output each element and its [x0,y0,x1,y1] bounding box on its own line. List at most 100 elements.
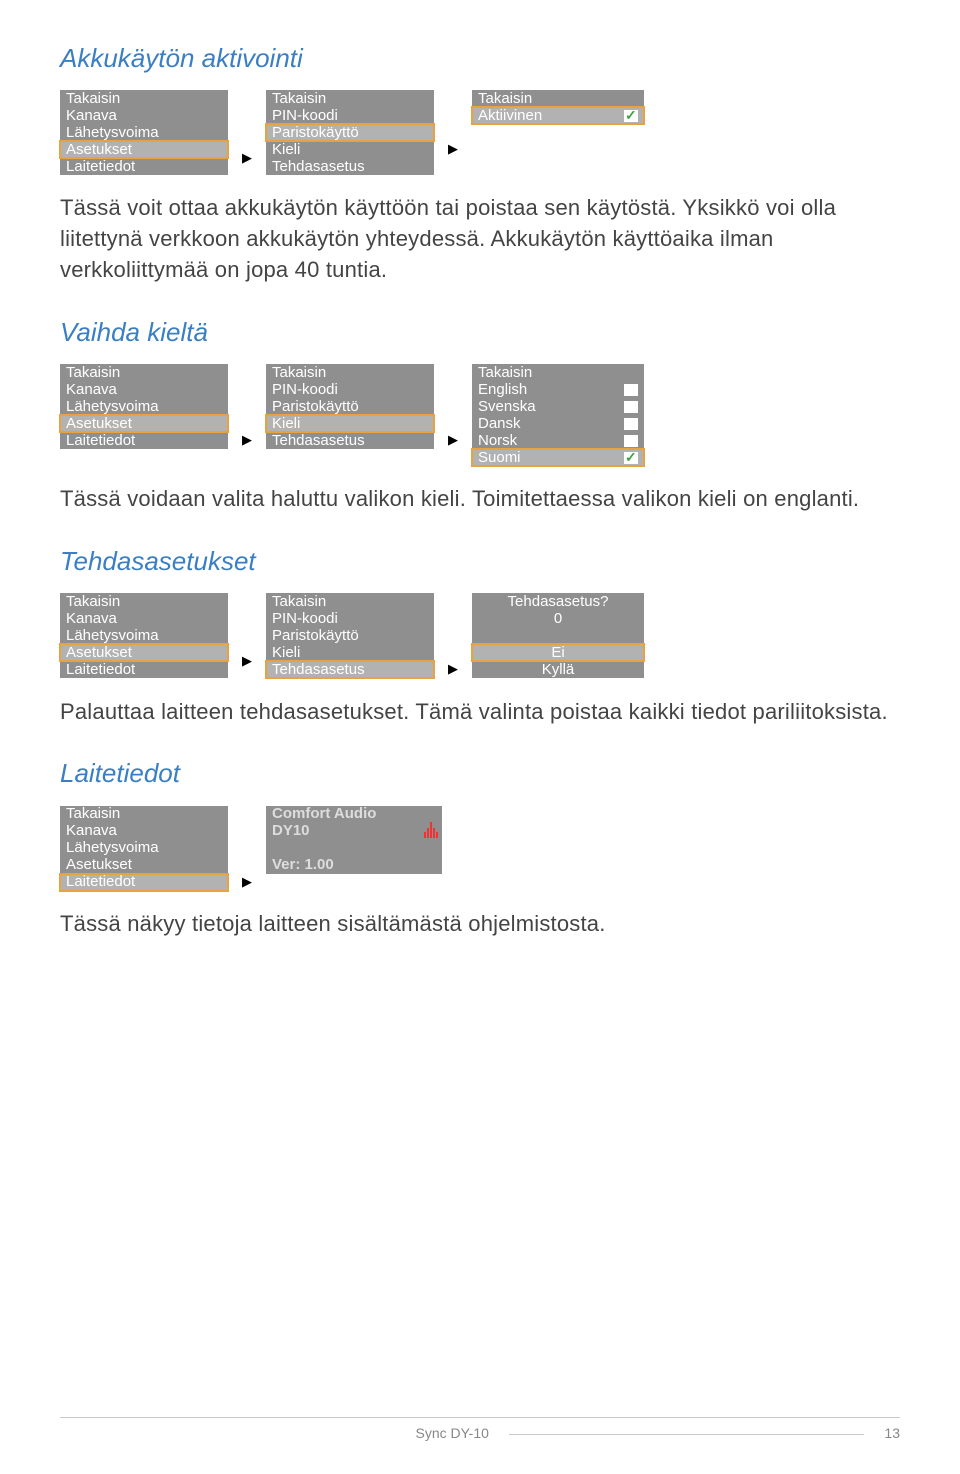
checkbox-icon [624,435,638,447]
arrow-icon: ▶ [242,431,252,449]
menu-col1-laite: TakaisinKanavaLähetysvoimaAsetuksetLaite… [60,806,228,891]
menu-item[interactable]: Svenska [472,398,644,415]
menu-item[interactable]: Kieli [266,415,434,432]
menu-item[interactable]: Paristokäyttö [266,627,434,644]
menu-item[interactable]: Lähetysvoima [60,840,228,857]
menu-item[interactable]: Asetukset [60,141,228,158]
menu-item-label: Paristokäyttö [272,399,359,415]
menu-item[interactable]: Takaisin [266,593,434,610]
menu-item[interactable]: Kieli [266,141,434,158]
menu-item[interactable]: English [472,381,644,398]
menu-item-label: Takaisin [272,91,326,107]
arrow-icon: ▶ [448,140,458,158]
menu-item[interactable]: Tehdasasetus [266,432,434,449]
menu-col2-tehdas: TakaisinPIN-koodiParistokäyttöKieliTehda… [266,593,434,678]
menu-item-label: Kieli [272,142,300,158]
factory-option-no[interactable]: Ei [472,644,644,661]
page-footer: Sync DY-10 13 [60,1417,900,1444]
menu-item[interactable]: Kanava [60,107,228,124]
menu-item[interactable]: Kieli [266,644,434,661]
menu-item[interactable]: Tehdasasetus [266,158,434,175]
arrow-icon: ▶ [448,431,458,449]
menus-row-tehdas: TakaisinKanavaLähetysvoimaAsetuksetLaite… [60,593,900,678]
menu-item-label: Asetukset [66,857,132,873]
menu-col3-akt: TakaisinAktiivinen [472,90,644,124]
section-title-tehdas: Tehdasasetukset [60,543,900,579]
menu-item-label: Asetukset [66,142,132,158]
factory-question: Tehdasasetus? [472,593,644,610]
menu-item[interactable]: Laitetiedot [60,661,228,678]
footer-page-number: 13 [884,1424,900,1444]
section-title-laite: Laitetiedot [60,755,900,791]
menus-row-laite: TakaisinKanavaLähetysvoimaAsetuksetLaite… [60,806,900,891]
menu-item[interactable]: Lähetysvoima [60,124,228,141]
menu-item[interactable]: Laitetiedot [60,874,228,891]
menu-item-label: Laitetiedot [66,662,135,678]
menu-item[interactable]: Kanava [60,381,228,398]
menu-item[interactable]: Lähetysvoima [60,398,228,415]
menu-item[interactable]: Aktiivinen [472,107,644,124]
menu-item[interactable]: Takaisin [266,90,434,107]
factory-option-yes[interactable]: Kyllä [472,661,644,678]
menu-item[interactable]: PIN-koodi [266,610,434,627]
menu-item[interactable]: Lähetysvoima [60,627,228,644]
menu-item[interactable]: Dansk [472,415,644,432]
menu-item[interactable]: Takaisin [472,90,644,107]
menu-item-label: Takaisin [66,365,120,381]
arrow-icon: ▶ [242,652,252,670]
menu-item-label: Dansk [478,416,521,432]
menu-item[interactable]: Takaisin [266,364,434,381]
menu-item[interactable]: Takaisin [60,593,228,610]
menu-item-label: Paristokäyttö [272,125,359,141]
checkbox-icon [624,110,638,122]
menus-row-kieli: TakaisinKanavaLähetysvoimaAsetuksetLaite… [60,364,900,466]
menu-item-label: Norsk [478,433,517,449]
menu-item[interactable]: Asetukset [60,644,228,661]
menu-item[interactable]: PIN-koodi [266,381,434,398]
menu-item-label: PIN-koodi [272,611,338,627]
menu-col2-kieli: TakaisinPIN-koodiParistokäyttöKieliTehda… [266,364,434,449]
menus-row-akt: TakaisinKanavaLähetysvoimaAsetuksetLaite… [60,90,900,175]
menu-item-label: Lähetysvoima [66,125,159,141]
menu-item[interactable]: Paristokäyttö [266,124,434,141]
menu-col2-akt: TakaisinPIN-koodiParistokäyttöKieliTehda… [266,90,434,175]
menu-item[interactable]: PIN-koodi [266,107,434,124]
menu-item[interactable]: Kanava [60,610,228,627]
menu-item-label: English [478,382,527,398]
menu-col3-kieli: TakaisinEnglishSvenskaDanskNorskSuomi [472,364,644,466]
menu-item-label: Takaisin [66,91,120,107]
menu-item-label: Takaisin [272,365,326,381]
menu-item[interactable]: Kanava [60,823,228,840]
menu-item[interactable]: Takaisin [472,364,644,381]
menu-item[interactable]: Norsk [472,432,644,449]
menu-item-label: Takaisin [478,91,532,107]
body-text-kieli: Tässä voidaan valita haluttu valikon kie… [60,484,900,515]
menu-item[interactable]: Takaisin [60,364,228,381]
menu-item[interactable]: Asetukset [60,415,228,432]
menu-item[interactable]: Paristokäyttö [266,398,434,415]
menu-item[interactable]: Tehdasasetus [266,661,434,678]
brand-label: Comfort Audio [272,806,376,822]
menu-item[interactable]: Takaisin [60,90,228,107]
menu-item[interactable]: Asetukset [60,857,228,874]
body-text-laite: Tässä näkyy tietoja laitteen sisältämäst… [60,909,900,940]
section-title-akt: Akkukäytön aktivointi [60,40,900,76]
menu-col1-kieli: TakaisinKanavaLähetysvoimaAsetuksetLaite… [60,364,228,449]
menu-item-label: Kanava [66,382,117,398]
menu-item[interactable]: Laitetiedot [60,158,228,175]
menu-item-label: Tehdasasetus [272,433,365,449]
menu-item-label: Laitetiedot [66,433,135,449]
menu-col1-tehdas: TakaisinKanavaLähetysvoimaAsetuksetLaite… [60,593,228,678]
factory-value: 0 [472,610,644,627]
checkbox-icon [624,452,638,464]
menu-item[interactable]: Takaisin [60,806,228,823]
section-title-kieli: Vaihda kieltä [60,314,900,350]
menu-item-label: Svenska [478,399,536,415]
menu-item-label: Suomi [478,450,521,466]
checkbox-icon [624,384,638,396]
equalizer-icon [423,822,438,838]
menu-item[interactable]: Laitetiedot [60,432,228,449]
menu-item-label: Takaisin [272,594,326,610]
menu-item[interactable]: Suomi [472,449,644,466]
menu-col3-tehdas: Tehdasasetus?0 EiKyllä [472,593,644,678]
